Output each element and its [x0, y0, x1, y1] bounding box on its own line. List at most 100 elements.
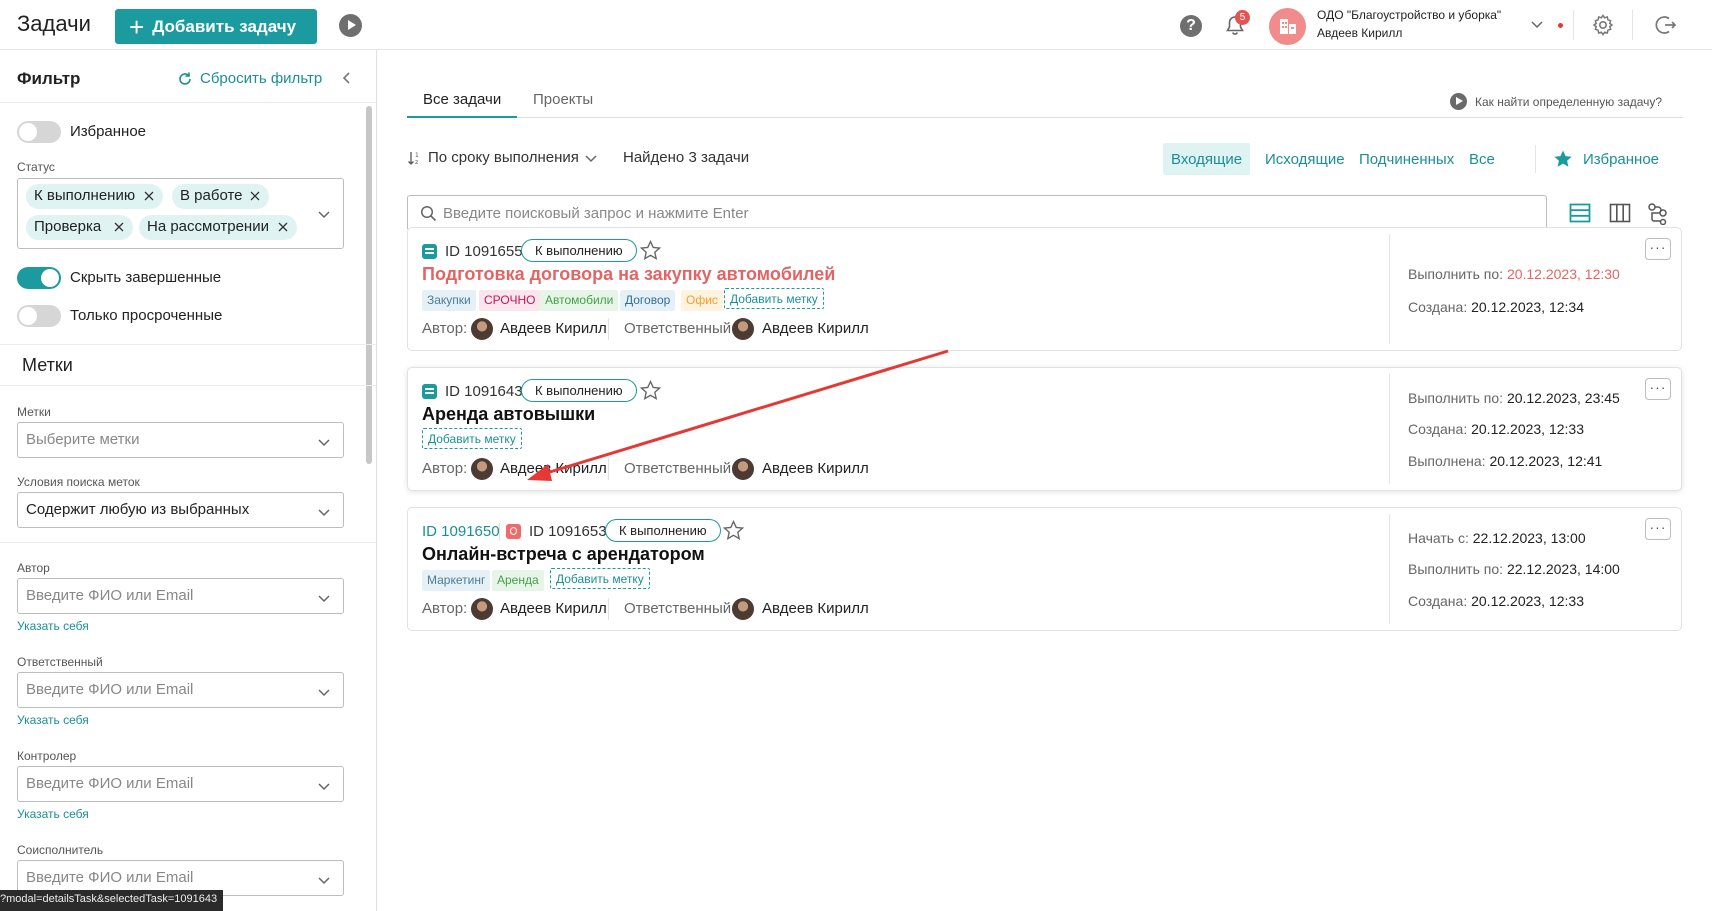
more-menu-button[interactable]: ··· [1645, 378, 1671, 400]
created-value: 20.12.2023, 12:34 [1471, 299, 1584, 315]
notifications-badge: 5 [1235, 10, 1250, 25]
close-icon[interactable] [249, 190, 261, 202]
responsible-name[interactable]: Авдеев Кирилл [762, 460, 869, 477]
tags-section-title: Метки [22, 355, 73, 375]
board-view-icon[interactable] [1609, 203, 1631, 223]
task-title[interactable]: Онлайн-встреча с арендатором [422, 544, 705, 565]
list-view-icon[interactable] [1569, 203, 1591, 223]
gantt-view-icon[interactable] [1647, 203, 1669, 225]
more-menu-button[interactable]: ··· [1645, 518, 1671, 540]
tag[interactable]: Договор [620, 290, 676, 311]
status-badge[interactable]: К выполнению [521, 379, 637, 402]
plus-icon: + [129, 11, 145, 42]
author-placeholder: Введите ФИО или Email [26, 587, 194, 604]
add-tag-button[interactable]: Добавить метку [422, 428, 522, 449]
found-count: Найдено 3 задачи [623, 149, 750, 166]
tag[interactable]: Автомобили [540, 290, 619, 311]
star-outline-icon[interactable] [723, 520, 744, 541]
avatar [732, 598, 754, 620]
org-avatar[interactable] [1269, 8, 1306, 45]
chevron-left-icon[interactable] [340, 70, 354, 86]
filter-tab-incoming[interactable]: Входящие [1163, 143, 1251, 175]
play-video-icon[interactable] [339, 14, 362, 37]
tab-all-tasks[interactable]: Все задачи [407, 91, 518, 118]
chevron-down-icon [585, 154, 597, 162]
task-card[interactable]: ID 1091643 К выполнению Аренда автовышки… [407, 367, 1682, 491]
responsible-select[interactable]: Введите ФИО или Email [17, 672, 344, 708]
status-badge[interactable]: К выполнению [521, 239, 637, 262]
responsible-self-link[interactable]: Указать себя [17, 713, 89, 727]
status-badge[interactable]: К выполнению [605, 519, 721, 542]
tag[interactable]: Аренда [492, 570, 544, 591]
help-icon[interactable]: ? [1180, 15, 1202, 37]
tag[interactable]: Офис [681, 290, 723, 311]
reset-filter-link[interactable]: Сбросить фильтр [177, 70, 322, 87]
task-card[interactable]: ID 1091650 ID 1091653 К выполнению Онлай… [407, 507, 1682, 631]
top-bar: Задачи + Добавить задачу ? 5 ОДО "Благоу… [0, 0, 1712, 50]
tags-condition-select[interactable]: Содержит любую из выбранных [17, 492, 344, 528]
meeting-icon [506, 524, 521, 539]
more-menu-button[interactable]: ··· [1645, 238, 1671, 260]
current-user-name: Авдеев Кирилл [1317, 26, 1403, 40]
author-select[interactable]: Введите ФИО или Email [17, 578, 344, 614]
search-icon [420, 205, 437, 222]
controller-field-label: Контролер [17, 749, 77, 763]
url-status-tooltip: ?modal=detailsTask&selectedTask=1091643 [0, 890, 224, 911]
refresh-icon [179, 72, 191, 85]
star-outline-icon[interactable] [640, 240, 661, 261]
tag[interactable]: СРОЧНО [479, 290, 541, 311]
completed-label: Выполнена: [1408, 453, 1486, 469]
status-multiselect[interactable]: К выполнению В работе Проверка На рассмо… [17, 178, 344, 249]
sort-dropdown[interactable]: 1z По сроку выполнения [407, 149, 598, 166]
task-title[interactable]: Подготовка договора на закупку автомобил… [422, 264, 835, 285]
divider [1573, 10, 1574, 40]
author-name[interactable]: Авдеев Кирилл [500, 600, 607, 617]
responsible-name[interactable]: Авдеев Кирилл [762, 320, 869, 337]
main-content: Все задачи Проекты Как найти определенну… [377, 50, 1712, 911]
author-name[interactable]: Авдеев Кирилл [500, 460, 607, 477]
favorites-filter-label: Избранное [1583, 150, 1660, 168]
favorites-toggle[interactable] [17, 121, 61, 143]
responsible-label: Ответственный: [624, 600, 736, 617]
tags-field-label: Метки [17, 405, 51, 419]
hide-completed-toggle[interactable] [17, 267, 61, 289]
controller-self-link[interactable]: Указать себя [17, 807, 89, 821]
author-self-link[interactable]: Указать себя [17, 619, 89, 633]
add-task-button[interactable]: + Добавить задачу [115, 9, 317, 44]
avatar [471, 458, 493, 480]
parent-task-id-link[interactable]: ID 1091650 [422, 523, 500, 540]
task-title[interactable]: Аренда автовышки [422, 404, 595, 425]
add-tag-button[interactable]: Добавить метку [724, 288, 824, 309]
filter-tab-outgoing[interactable]: Исходящие [1257, 143, 1353, 175]
star-outline-icon[interactable] [640, 380, 661, 401]
start-label: Начать с: [1408, 530, 1469, 546]
search-input[interactable]: Введите поисковый запрос и нажмите Enter [407, 195, 1547, 231]
tag[interactable]: Закупки [422, 290, 476, 311]
avatar [471, 598, 493, 620]
tab-projects[interactable]: Проекты [533, 91, 593, 118]
filter-tab-subordinates[interactable]: Подчиненных [1351, 143, 1462, 175]
sidebar-scrollbar[interactable] [366, 106, 372, 464]
status-chip-label: К выполнению [34, 187, 136, 204]
logout-icon[interactable] [1654, 13, 1678, 37]
favorites-filter[interactable]: Избранное [1553, 149, 1659, 169]
chevron-down-icon [318, 783, 330, 791]
only-overdue-toggle[interactable] [17, 305, 61, 327]
close-icon[interactable] [143, 190, 155, 202]
org-name: ОДО "Благоустройство и уборка" [1317, 8, 1502, 22]
close-icon[interactable] [277, 221, 289, 233]
help-link[interactable]: Как найти определенную задачу? [1450, 93, 1662, 110]
add-tag-button[interactable]: Добавить метку [550, 568, 650, 589]
tag[interactable]: Маркетинг [422, 570, 491, 591]
author-name[interactable]: Авдеев Кирилл [500, 320, 607, 337]
chevron-down-icon[interactable] [1530, 17, 1544, 31]
task-card[interactable]: ID 1091655 К выполнению Подготовка догов… [407, 227, 1682, 351]
divider [1535, 145, 1536, 173]
controller-select[interactable]: Введите ФИО или Email [17, 766, 344, 802]
gear-icon[interactable] [1591, 13, 1615, 37]
filter-tab-all[interactable]: Все [1461, 143, 1503, 175]
close-icon[interactable] [113, 221, 125, 233]
responsible-name[interactable]: Авдеев Кирилл [762, 600, 869, 617]
tags-select[interactable]: Выберите метки [17, 422, 344, 458]
chevron-down-icon[interactable] [317, 207, 331, 221]
